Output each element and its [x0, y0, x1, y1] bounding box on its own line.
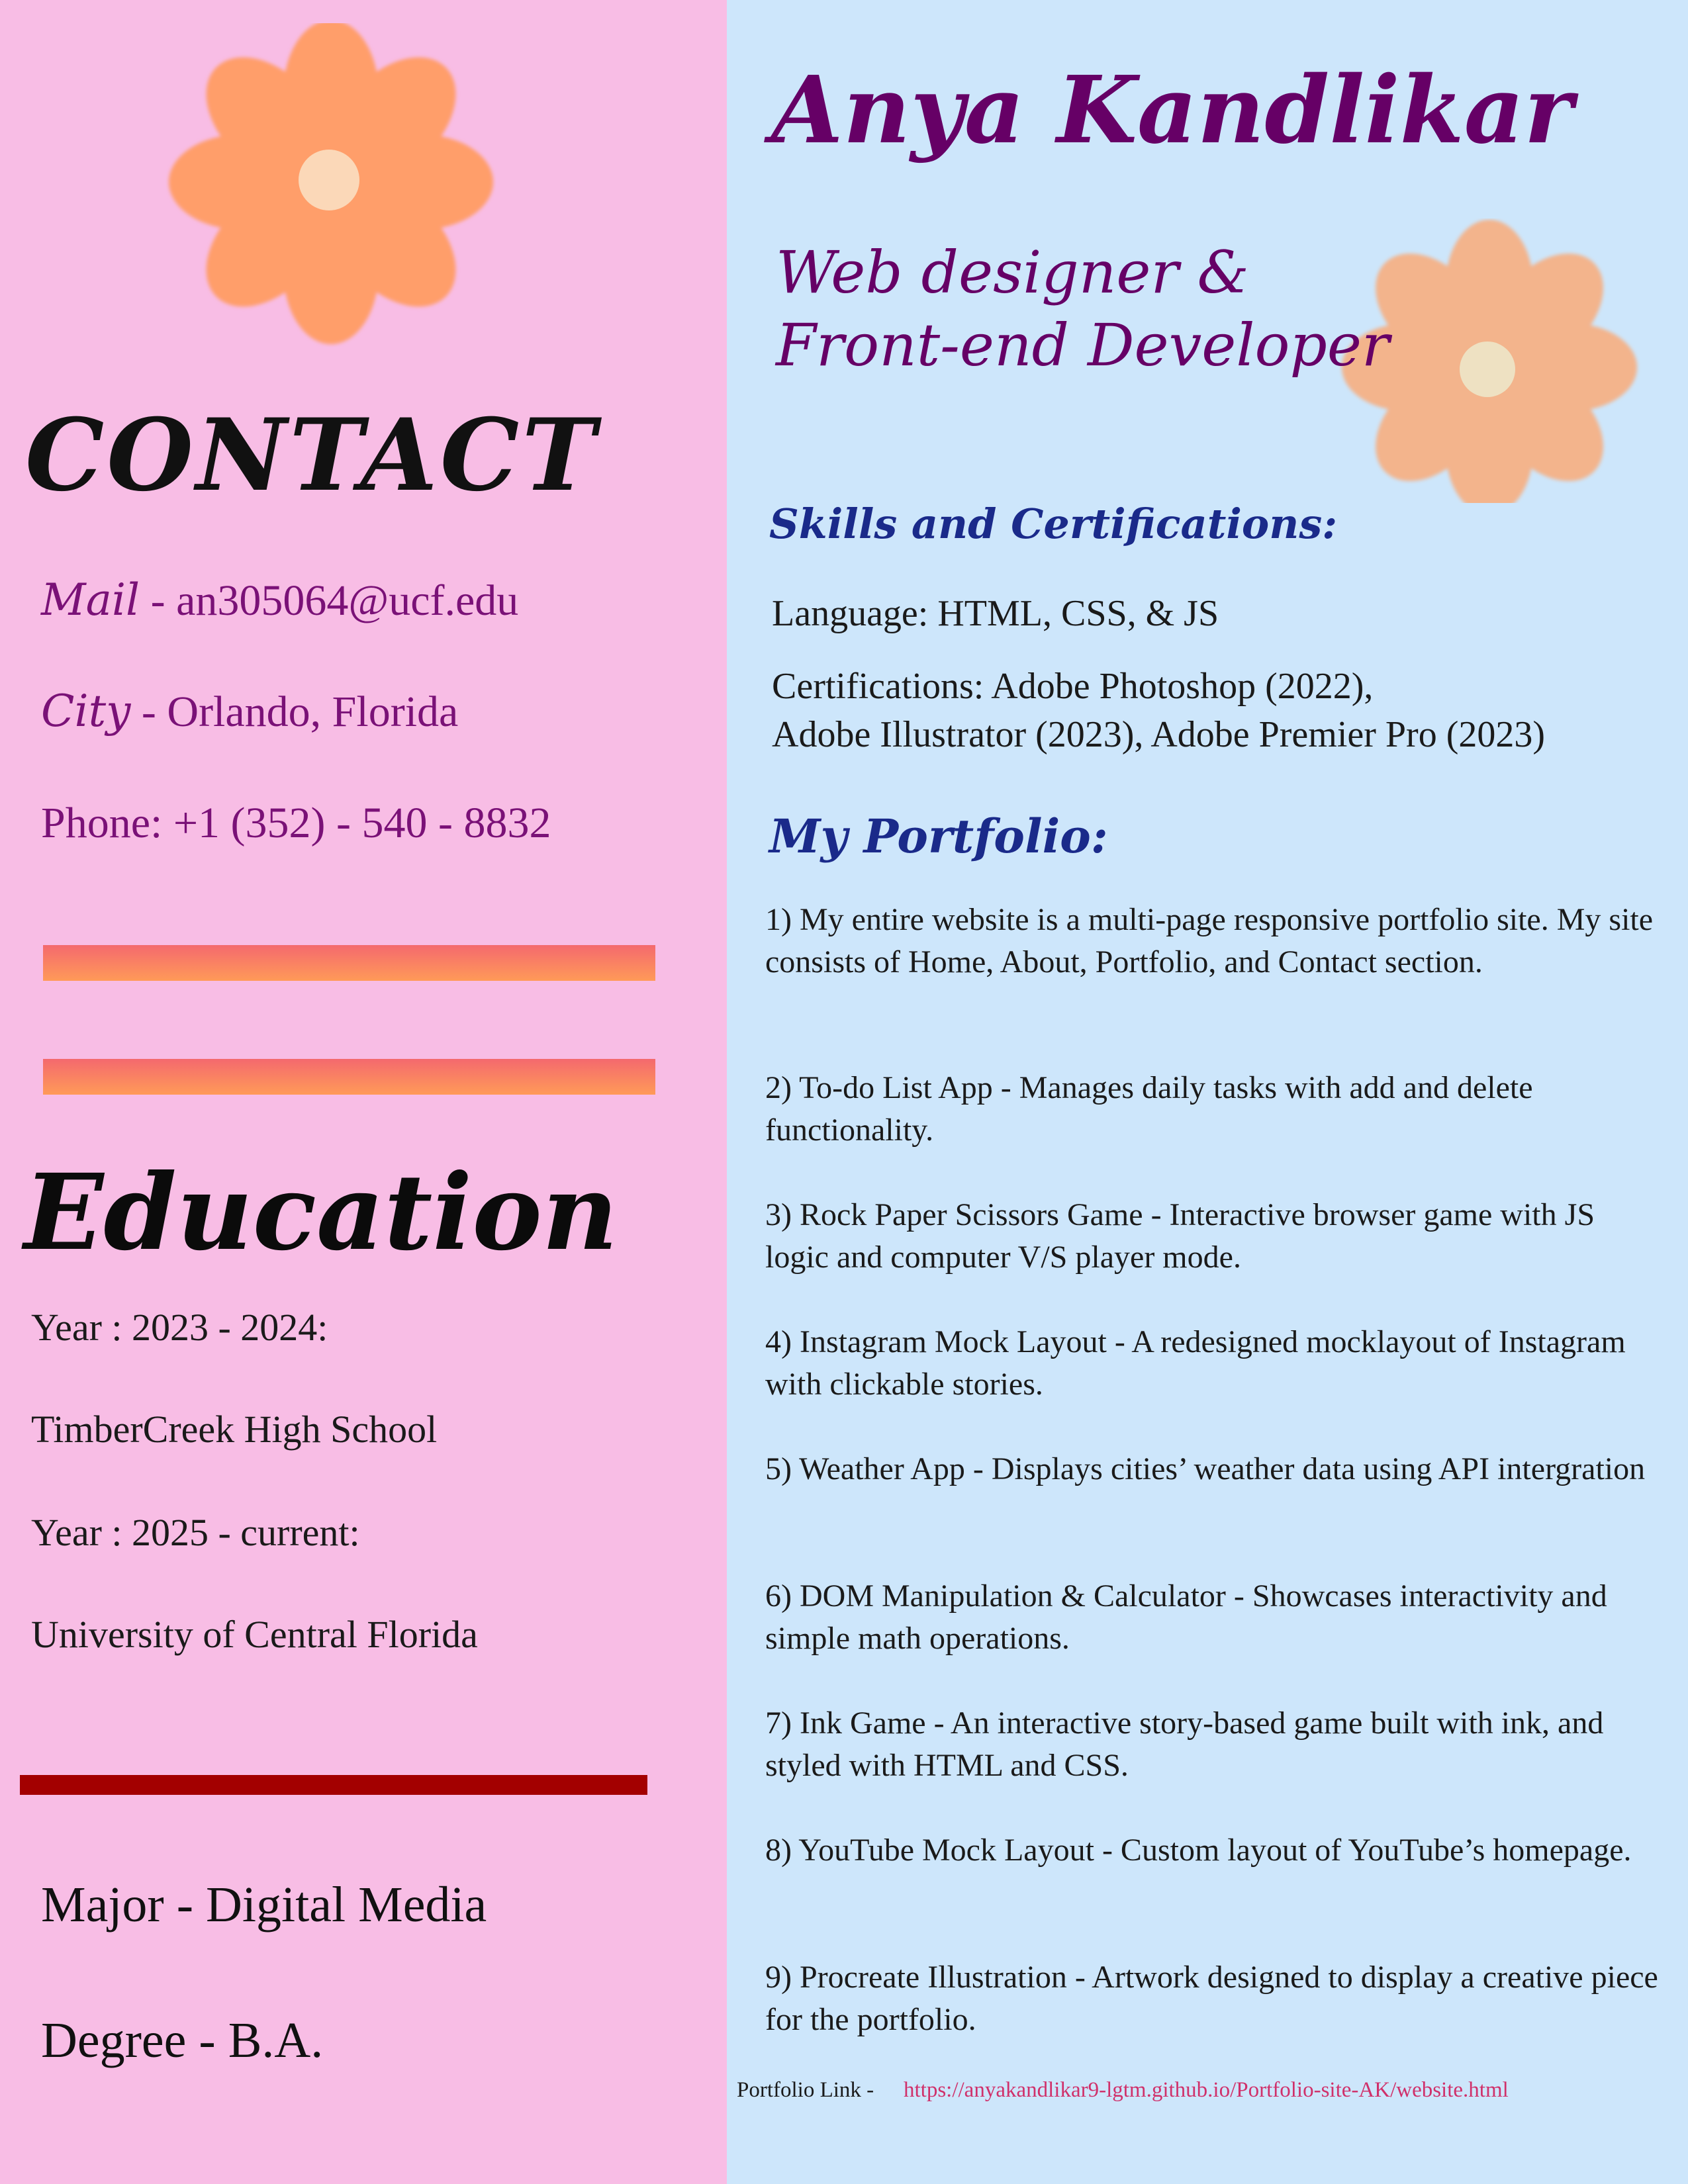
- divider-bar: [43, 1059, 655, 1095]
- job-title-line-1: Web designer &: [776, 238, 1249, 306]
- portfolio-item: 9) Procreate Illustration - Artwork desi…: [765, 1960, 1658, 2037]
- portfolio-link-label: Portfolio Link -: [737, 2078, 874, 2102]
- education-school-1: TimberCreek High School: [31, 1408, 438, 1451]
- skills-cert-line-2: Adobe Illustrator (2023), Adobe Premier …: [772, 714, 1545, 755]
- name-heading: Anya Kandlikar: [771, 56, 1573, 165]
- portfolio-item: 1) My entire website is a multi-page res…: [765, 902, 1654, 979]
- portfolio-item: 3) Rock Paper Scissors Game - Interactiv…: [765, 1197, 1595, 1275]
- flower-icon: [169, 23, 493, 344]
- education-school-2: University of Central Florida: [31, 1613, 478, 1656]
- mail-label: Mail: [41, 574, 140, 625]
- education-heading: Education: [24, 1152, 618, 1274]
- education-year-2: Year : 2025 - current:: [31, 1511, 360, 1554]
- skills-cert-line-1: Certifications: Adobe Photoshop (2022),: [772, 666, 1374, 707]
- contact-city: City - Orlando, Florida: [41, 686, 458, 737]
- portfolio-item: 4) Instagram Mock Layout - A redesigned …: [765, 1324, 1626, 1402]
- portfolio-item: 7) Ink Game - An interactive story-based…: [765, 1706, 1604, 1783]
- portfolio-heading: My Portfolio:: [769, 809, 1108, 864]
- city-value: - Orlando, Florida: [130, 688, 459, 736]
- mail-value[interactable]: - an305064@ucf.edu: [140, 576, 519, 625]
- portfolio-link[interactable]: https://anyakandlikar9-lgtm.github.io/Po…: [904, 2078, 1509, 2103]
- education-degree: Degree - B.A.: [41, 2013, 324, 2068]
- contact-heading: CONTACT: [25, 397, 598, 514]
- skills-heading: Skills and Certifications:: [769, 500, 1338, 548]
- portfolio-item: 6) DOM Manipulation & Calculator - Showc…: [765, 1578, 1607, 1656]
- contact-phone: Phone: +1 (352) - 540 - 8832: [41, 799, 551, 847]
- job-title-line-2: Front-end Developer: [776, 311, 1389, 379]
- city-label: City: [41, 686, 131, 737]
- divider-bar-red: [20, 1775, 647, 1795]
- education-major: Major - Digital Media: [41, 1877, 487, 1933]
- education-year-1: Year : 2023 - 2024:: [31, 1306, 328, 1349]
- contact-mail: Mail - an305064@ucf.edu: [41, 574, 518, 626]
- portfolio-item: 2) To-do List App - Manages daily tasks …: [765, 1070, 1533, 1148]
- portfolio-item: 8) YouTube Mock Layout - Custom layout o…: [765, 1833, 1632, 1868]
- skills-language: Language: HTML, CSS, & JS: [772, 593, 1219, 634]
- divider-bar: [43, 945, 655, 981]
- portfolio-item: 5) Weather App - Displays cities’ weathe…: [765, 1451, 1646, 1486]
